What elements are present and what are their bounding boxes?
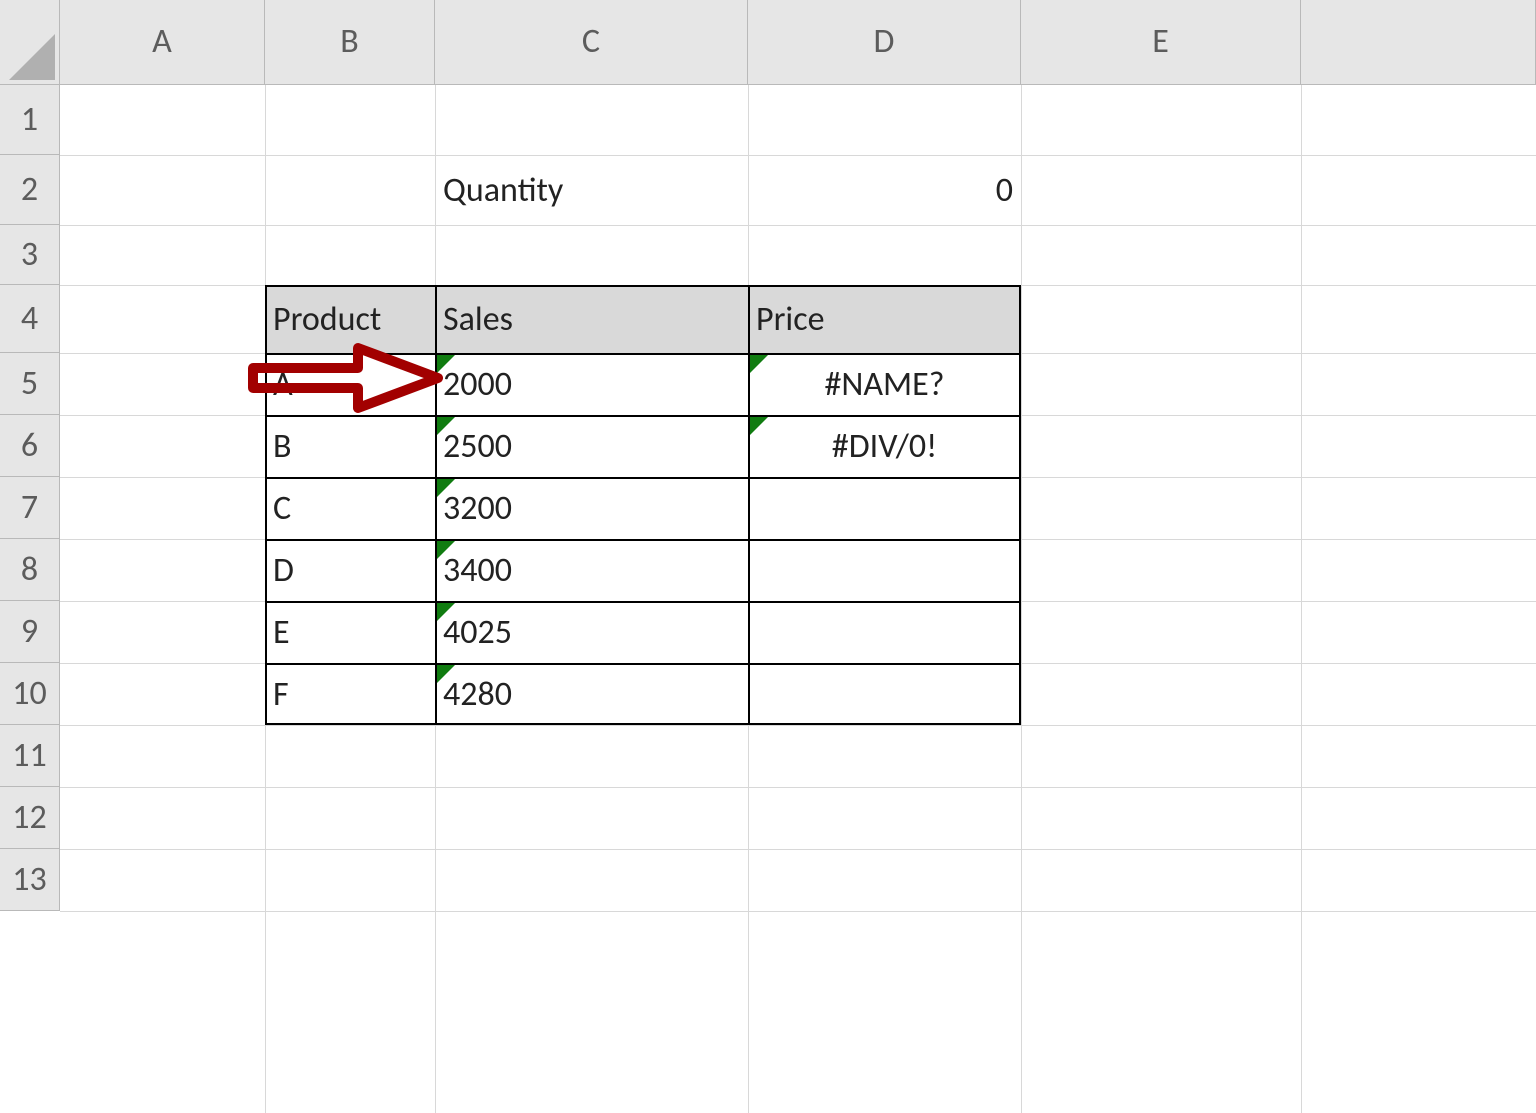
table-border [265, 663, 1021, 665]
row-header-label: 8 [21, 549, 38, 590]
row-header-label: 12 [12, 797, 46, 838]
row-header-label: 3 [21, 234, 38, 275]
gridline [60, 911, 1536, 912]
row-header-12[interactable]: 12 [0, 787, 60, 849]
gridline [60, 225, 1536, 226]
row-header-11[interactable]: 11 [0, 725, 60, 787]
row-header-label: 10 [12, 673, 46, 714]
row-header-label: 13 [12, 859, 46, 900]
table-border [748, 285, 750, 725]
row-header-label: 7 [21, 487, 38, 528]
row-header-label: 11 [12, 735, 46, 776]
col-header-D[interactable]: D [748, 0, 1021, 85]
gridline [60, 725, 1536, 726]
spreadsheet-grid[interactable]: A B C D E 1 2 3 4 5 6 7 8 9 10 11 12 13 … [0, 0, 1536, 1113]
cell-D2[interactable]: 0 [748, 155, 1021, 225]
row-header-9[interactable]: 9 [0, 601, 60, 663]
gridline [60, 787, 1536, 788]
col-header-label: E [1152, 25, 1169, 59]
gridline [1301, 85, 1302, 1113]
row-header-label: 2 [21, 169, 38, 210]
col-header-label: D [874, 25, 895, 59]
row-header-1[interactable]: 1 [0, 85, 60, 155]
col-header-label: A [152, 25, 172, 59]
col-header-E[interactable]: E [1021, 0, 1301, 85]
select-all-corner[interactable] [0, 0, 60, 85]
table-border [435, 285, 437, 725]
table-border [265, 353, 1021, 355]
table-border [265, 477, 1021, 479]
col-header-C[interactable]: C [435, 0, 748, 85]
row-header-5[interactable]: 5 [0, 353, 60, 415]
table-border [265, 601, 1021, 603]
row-header-3[interactable]: 3 [0, 225, 60, 285]
row-header-label: 1 [21, 99, 38, 140]
row-header-6[interactable]: 6 [0, 415, 60, 477]
row-header-10[interactable]: 10 [0, 663, 60, 725]
row-header-label: 4 [21, 298, 38, 339]
row-header-4[interactable]: 4 [0, 285, 60, 353]
cell-value: Quantity [443, 170, 563, 211]
row-header-7[interactable]: 7 [0, 477, 60, 539]
col-header-F-partial[interactable] [1301, 0, 1536, 85]
gridline [60, 849, 1536, 850]
gridline [1021, 85, 1022, 1113]
col-header-B[interactable]: B [265, 0, 435, 85]
row-header-label: 6 [21, 425, 38, 466]
row-header-label: 5 [21, 363, 38, 404]
row-header-label: 9 [21, 611, 38, 652]
table-border [265, 415, 1021, 417]
col-header-label: C [582, 25, 600, 59]
row-header-13[interactable]: 13 [0, 849, 60, 911]
table-border [265, 285, 1021, 725]
row-header-8[interactable]: 8 [0, 539, 60, 601]
col-header-A[interactable]: A [60, 0, 265, 85]
row-header-2[interactable]: 2 [0, 155, 60, 225]
cell-value: 0 [996, 170, 1013, 211]
col-header-label: B [340, 25, 359, 59]
table-border [265, 539, 1021, 541]
cell-C2[interactable]: Quantity [435, 155, 748, 225]
